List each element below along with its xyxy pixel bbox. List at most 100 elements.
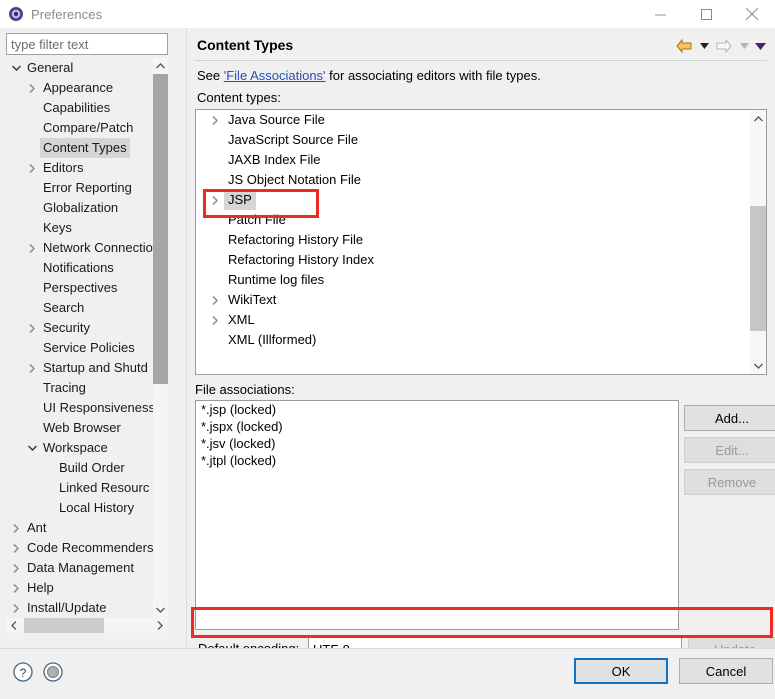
chevron-down-icon[interactable] [24, 438, 40, 458]
chevron-right-icon[interactable] [206, 310, 224, 330]
sidebar-item-keys[interactable]: Keys [6, 218, 153, 238]
chevron-down-icon[interactable] [8, 58, 24, 78]
content-type-row[interactable]: JS Object Notation File [196, 170, 766, 190]
ok-button[interactable]: OK [574, 658, 668, 684]
sidebar-item-capabilities[interactable]: Capabilities [6, 98, 153, 118]
scroll-right-icon[interactable] [152, 618, 168, 633]
chevron-right-icon[interactable] [24, 318, 40, 338]
chevron-right-icon[interactable] [8, 598, 24, 618]
no-twisty [24, 178, 40, 198]
content-types-scrollbar[interactable] [750, 110, 766, 374]
file-association-row[interactable]: *.jsp (locked) [196, 401, 678, 418]
chevron-right-icon[interactable] [8, 578, 24, 598]
content-type-row[interactable]: JSP [196, 190, 766, 210]
file-associations-list[interactable]: *.jsp (locked) *.jspx (locked) *.jsv (lock… [195, 400, 679, 630]
content-type-row[interactable]: Runtime log files [196, 270, 766, 290]
file-association-row[interactable]: *.jtpl (locked) [196, 452, 678, 469]
close-icon[interactable] [729, 0, 775, 28]
sidebar-item-data-management[interactable]: Data Management [6, 558, 153, 578]
content-type-row[interactable]: XML (Illformed) [196, 330, 766, 350]
chevron-right-icon[interactable] [8, 518, 24, 538]
content-type-row[interactable]: Refactoring History Index [196, 250, 766, 270]
sidebar-item-code-recommenders[interactable]: Code Recommenders [6, 538, 153, 558]
sidebar-item-install-update[interactable]: Install/Update [6, 598, 153, 618]
sidebar-item-label: Notifications [43, 260, 114, 275]
content-type-row[interactable]: Patch File [196, 210, 766, 230]
sidebar-item-appearance[interactable]: Appearance [6, 78, 153, 98]
sidebar-item-compare-patch[interactable]: Compare/Patch [6, 118, 153, 138]
no-twisty [24, 398, 40, 418]
sidebar-item-tracing[interactable]: Tracing [6, 378, 153, 398]
scroll-up-icon[interactable] [153, 58, 168, 74]
sidebar-item-editors[interactable]: Editors [6, 158, 153, 178]
sidebar-item-ui-responsiveness[interactable]: UI Responsiveness [6, 398, 153, 418]
sidebar-item-globalization[interactable]: Globalization [6, 198, 153, 218]
sidebar-item-network-connectio[interactable]: Network Connectio [6, 238, 153, 258]
sidebar-item-error-reporting[interactable]: Error Reporting [6, 178, 153, 198]
help-icon[interactable]: ? [12, 661, 34, 683]
content-type-row[interactable]: JavaScript Source File [196, 130, 766, 150]
minimize-icon[interactable] [637, 0, 683, 28]
sidebar-item-startup-and-shutd[interactable]: Startup and Shutd [6, 358, 153, 378]
search-input[interactable] [6, 33, 168, 55]
restore-defaults-icon[interactable] [42, 661, 64, 683]
content-type-row[interactable]: WikiText [196, 290, 766, 310]
content-types-rows: Java Source File JavaScript Source File JA… [196, 110, 766, 350]
sidebar-item-ant[interactable]: Ant [6, 518, 153, 538]
add-button[interactable]: Add... [684, 405, 775, 431]
sidebar-horizontal-scrollbar[interactable] [6, 618, 168, 633]
sidebar-item-label: Linked Resourc [59, 480, 150, 495]
sidebar-item-service-policies[interactable]: Service Policies [6, 338, 153, 358]
cancel-button[interactable]: Cancel [679, 658, 773, 684]
chevron-right-icon[interactable] [8, 558, 24, 578]
content-type-row[interactable]: JAXB Index File [196, 150, 766, 170]
sidebar-item-notifications[interactable]: Notifications [6, 258, 153, 278]
sidebar-vertical-scrollbar[interactable] [153, 58, 168, 618]
file-association-row[interactable]: *.jsv (locked) [196, 435, 678, 452]
sidebar-item-build-order[interactable]: Build Order [6, 458, 153, 478]
no-twisty [40, 478, 56, 498]
chevron-right-icon[interactable] [24, 238, 40, 258]
chevron-right-icon[interactable] [8, 538, 24, 558]
back-arrow-icon[interactable] [673, 36, 695, 56]
chevron-right-icon[interactable] [206, 190, 224, 210]
content-types-list[interactable]: Java Source File JavaScript Source File JA… [195, 109, 767, 375]
title-separator [195, 60, 767, 61]
chevron-right-icon[interactable] [24, 78, 40, 98]
sidebar-item-search[interactable]: Search [6, 298, 153, 318]
sidebar-item-content-types[interactable]: Content Types [6, 138, 153, 158]
sidebar-item-general[interactable]: General [6, 58, 153, 78]
chevron-right-icon[interactable] [24, 158, 40, 178]
sidebar-item-label: Data Management [27, 560, 134, 575]
content-types-scroll-thumb[interactable] [750, 206, 766, 331]
sidebar-item-local-history[interactable]: Local History [6, 498, 153, 518]
content-type-row[interactable]: Refactoring History File [196, 230, 766, 250]
sidebar-item-security[interactable]: Security [6, 318, 153, 338]
content-type-row[interactable]: Java Source File [196, 110, 766, 130]
file-associations-link[interactable]: 'File Associations' [224, 68, 326, 83]
sidebar-item-label: General [27, 60, 74, 75]
sidebar-item-linked-resourc[interactable]: Linked Resourc [6, 478, 153, 498]
file-association-row[interactable]: *.jspx (locked) [196, 418, 678, 435]
no-twisty [24, 418, 40, 438]
sidebar-item-web-browser[interactable]: Web Browser [6, 418, 153, 438]
scroll-up-icon[interactable] [750, 110, 766, 127]
scroll-down-icon[interactable] [750, 357, 766, 374]
chevron-right-icon[interactable] [206, 110, 224, 130]
chevron-right-icon[interactable] [24, 358, 40, 378]
sidebar-scroll-thumb[interactable] [153, 74, 168, 384]
view-menu-icon[interactable] [753, 36, 767, 56]
sidebar-hscroll-thumb[interactable] [24, 618, 104, 633]
scroll-down-icon[interactable] [153, 602, 168, 618]
chevron-right-icon[interactable] [206, 290, 224, 310]
content-type-label: XML (Illformed) [228, 332, 317, 347]
sidebar-item-help[interactable]: Help [6, 578, 153, 598]
maximize-icon[interactable] [683, 0, 729, 28]
scroll-left-icon[interactable] [6, 618, 22, 633]
sidebar-item-label: Content Types [40, 138, 130, 158]
sidebar-item-perspectives[interactable]: Perspectives [6, 278, 153, 298]
content-type-row[interactable]: XML [196, 310, 766, 330]
back-dropdown-icon[interactable] [697, 36, 711, 56]
sidebar-item-workspace[interactable]: Workspace [6, 438, 153, 458]
sidebar-item-label: Network Connectio [43, 240, 153, 255]
